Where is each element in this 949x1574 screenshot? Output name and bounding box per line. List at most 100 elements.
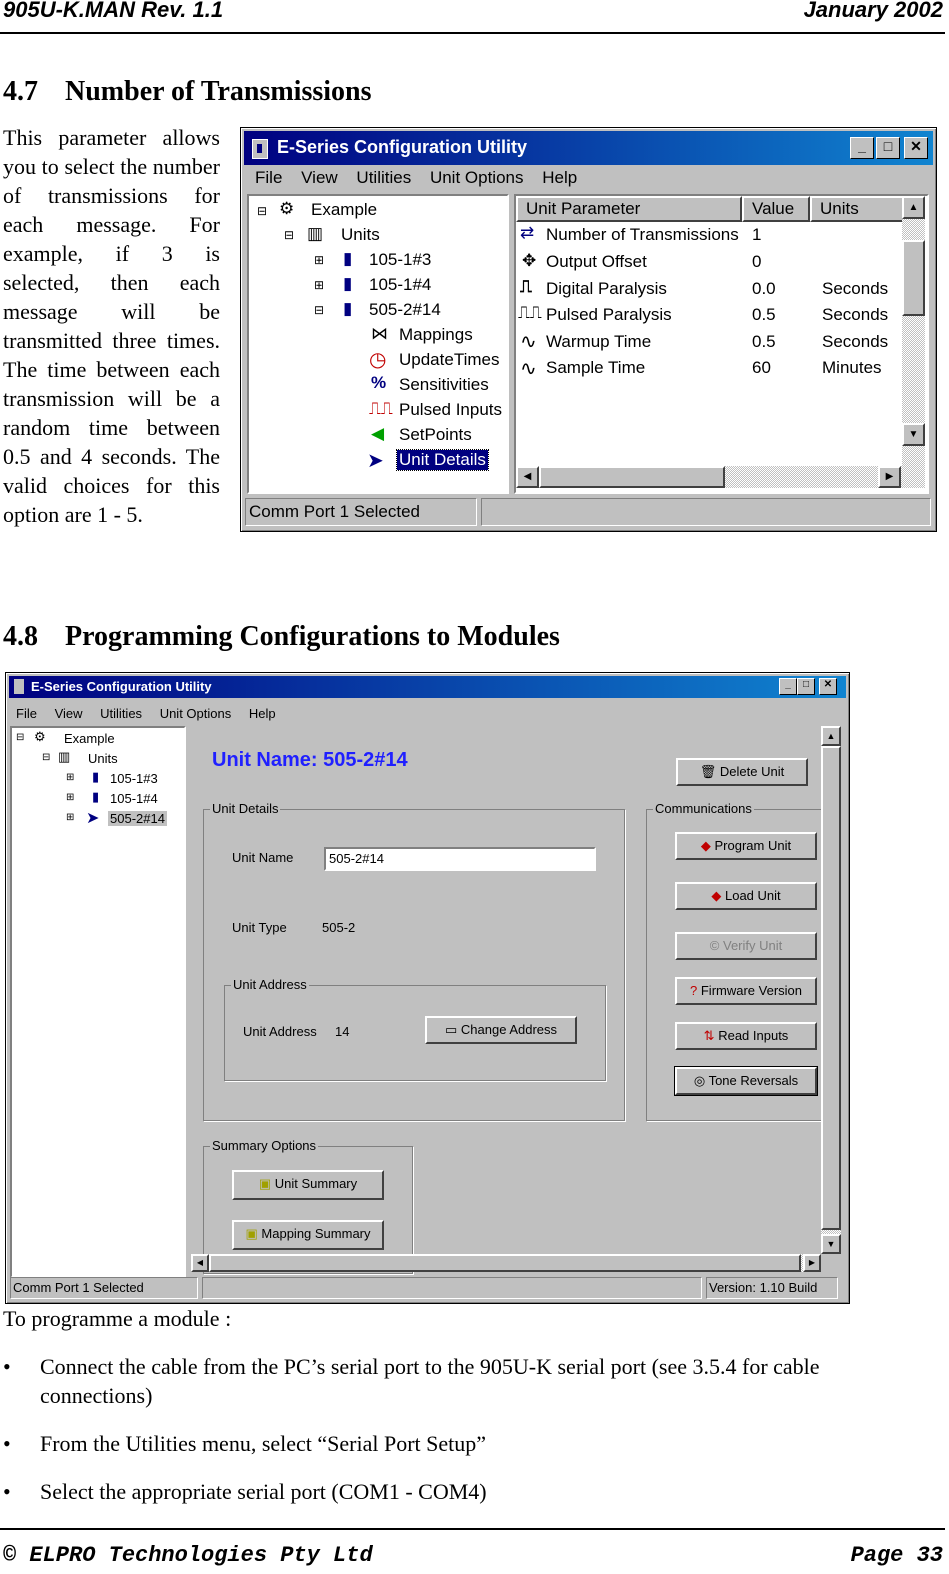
tree-item-example[interactable]: Example xyxy=(311,200,377,220)
collapse-icon[interactable]: ⊟ xyxy=(284,228,294,242)
hscroll-thumb[interactable] xyxy=(209,1254,801,1272)
minimize-icon[interactable]: _ xyxy=(779,678,797,695)
menu-utilities[interactable]: Utilities xyxy=(356,168,411,187)
tree-item-105-1-4[interactable]: 105-1#4 xyxy=(369,275,431,295)
expand-icon[interactable]: ⊞ xyxy=(66,792,74,803)
tone-reversals-button[interactable]: ◎ Tone Reversals xyxy=(674,1066,818,1096)
load-icon: ◆ xyxy=(711,888,722,903)
list-item[interactable]: Digital Paralysis xyxy=(546,279,667,299)
expand-icon[interactable]: ⊞ xyxy=(66,812,74,823)
pulses-icon: ⎍⎍ xyxy=(518,303,542,322)
vertical-scrollbar[interactable]: ▲ ▼ xyxy=(902,196,925,488)
tree-item-505-2-14[interactable]: 505-2#14 xyxy=(108,811,167,826)
pulse-icon: ⎍⎍ xyxy=(369,399,393,418)
delete-unit-button[interactable]: 🗑 Delete Unit xyxy=(676,758,808,786)
menu-view[interactable]: View xyxy=(55,706,83,721)
verify-unit-button[interactable]: © Verify Unit xyxy=(675,932,817,960)
scroll-up-icon[interactable]: ▲ xyxy=(821,726,841,746)
menu-help[interactable]: Help xyxy=(542,168,577,187)
scroll-down-icon[interactable]: ▼ xyxy=(902,423,925,446)
menu-unit-options[interactable]: Unit Options xyxy=(160,706,232,721)
plus-icon: ✥ xyxy=(522,251,537,270)
units-icon: ▥ xyxy=(307,224,324,243)
list-item[interactable]: Number of Transmissions xyxy=(546,225,739,245)
tree-item-units[interactable]: Units xyxy=(88,751,118,766)
unit-address-label: Unit Address xyxy=(243,1024,317,1039)
list-item[interactable]: Output Offset xyxy=(546,252,647,272)
list-item[interactable]: Sample Time xyxy=(546,358,645,378)
tree-item-updatetimes[interactable]: UpdateTimes xyxy=(399,350,499,370)
list-item[interactable]: Pulsed Paralysis xyxy=(546,305,672,325)
menu-utilities[interactable]: Utilities xyxy=(100,706,142,721)
mapping-summary-button[interactable]: ▣ Mapping Summary xyxy=(232,1220,384,1250)
tree-item-105-1-4[interactable]: 105-1#4 xyxy=(110,791,158,806)
wave-icon: ∿ xyxy=(520,358,537,380)
load-unit-button[interactable]: ◆ Load Unit xyxy=(675,882,817,910)
horizontal-scrollbar[interactable]: ◀ ▶ xyxy=(516,466,902,488)
vertical-scrollbar[interactable]: ▲ ▼ xyxy=(821,726,841,1254)
scroll-right-icon[interactable]: ▶ xyxy=(878,466,901,488)
unit-summary-button[interactable]: ▣ Unit Summary xyxy=(232,1170,384,1200)
hscroll-thumb[interactable] xyxy=(539,466,725,488)
bullet-text: From the Utilities menu, select “Serial … xyxy=(40,1431,487,1456)
tree-item-sensitivities[interactable]: Sensitivities xyxy=(399,375,489,395)
column-header-units[interactable]: Units xyxy=(810,196,904,222)
minimize-icon[interactable]: _ xyxy=(850,137,874,159)
unit-icon: ▮ xyxy=(343,274,353,293)
tree-item-505-2-14[interactable]: 505-2#14 xyxy=(369,300,441,320)
scroll-thumb[interactable] xyxy=(821,746,841,1230)
menu-file[interactable]: File xyxy=(16,706,37,721)
collapse-icon[interactable]: ⊟ xyxy=(314,303,324,317)
list-item[interactable]: Warmup Time xyxy=(546,332,651,352)
group-label: Communications xyxy=(653,801,754,816)
firmware-version-button[interactable]: ? Firmware Version xyxy=(675,977,817,1005)
tree-item-105-1-3[interactable]: 105-1#3 xyxy=(110,771,158,786)
status-panel xyxy=(202,1277,702,1299)
program-unit-button[interactable]: ◆ Program Unit xyxy=(675,832,817,860)
close-icon[interactable]: ✕ xyxy=(904,137,928,159)
menu-unit-options[interactable]: Unit Options xyxy=(430,168,524,187)
wave-icon: ∿ xyxy=(520,331,537,353)
close-icon[interactable]: ✕ xyxy=(819,678,837,695)
unit-tree: ⊟ ⚙ Example ⊟ ▥ Units ⊞ ▮ 105-1#3 ⊞ ▮ 10… xyxy=(10,726,186,1278)
menu-view[interactable]: View xyxy=(301,168,338,187)
program-icon: ◆ xyxy=(700,838,711,853)
tree-item-units[interactable]: Units xyxy=(341,225,380,245)
bullet-icon: • xyxy=(3,1354,11,1379)
title-bar: E-Series Configuration Utility _ □ ✕ xyxy=(9,676,846,698)
column-header-value[interactable]: Value xyxy=(742,196,810,222)
unit-name-field[interactable]: 505-2#14 xyxy=(324,847,596,871)
tree-item-unit-details[interactable]: Unit Details xyxy=(396,449,489,471)
footer-page-number: Page 33 xyxy=(850,1543,943,1568)
menu-file[interactable]: File xyxy=(255,168,282,187)
expand-icon[interactable]: ⊞ xyxy=(314,253,324,267)
tree-item-setpoints[interactable]: SetPoints xyxy=(399,425,472,445)
maximize-icon[interactable]: □ xyxy=(876,137,900,159)
change-address-button[interactable]: ▭ Change Address xyxy=(425,1016,577,1044)
collapse-icon[interactable]: ⊟ xyxy=(257,204,267,218)
expand-icon[interactable]: ⊞ xyxy=(314,278,324,292)
bullet-text: Connect the cable from the PC’s serial p… xyxy=(40,1354,820,1379)
scroll-right-icon[interactable]: ▶ xyxy=(803,1254,821,1272)
scroll-down-icon[interactable]: ▼ xyxy=(821,1234,841,1254)
units-icon: ▥ xyxy=(58,749,71,764)
menu-help[interactable]: Help xyxy=(249,706,276,721)
tree-item-mappings[interactable]: Mappings xyxy=(399,325,473,345)
read-inputs-button[interactable]: ⇅ Read Inputs xyxy=(675,1022,817,1050)
scroll-left-icon[interactable]: ◀ xyxy=(516,466,539,488)
tree-item-pulsed-inputs[interactable]: Pulsed Inputs xyxy=(399,400,502,420)
tree-item-105-1-3[interactable]: 105-1#3 xyxy=(369,250,431,270)
pulse-icon: ⎍ xyxy=(520,277,532,296)
tree-item-example[interactable]: Example xyxy=(64,731,115,746)
scroll-up-icon[interactable]: ▲ xyxy=(902,196,925,219)
maximize-icon[interactable]: □ xyxy=(797,678,815,695)
collapse-icon[interactable]: ⊟ xyxy=(42,752,50,763)
scroll-left-icon[interactable]: ◀ xyxy=(191,1254,209,1272)
clock-icon: ◷ xyxy=(369,349,387,371)
scroll-thumb[interactable] xyxy=(902,240,925,316)
column-header-parameter[interactable]: Unit Parameter xyxy=(516,196,742,222)
expand-icon[interactable]: ⊞ xyxy=(66,772,74,783)
horizontal-scrollbar[interactable]: ◀ ▶ xyxy=(191,1254,821,1272)
section-title: Programming Configurations to Modules xyxy=(65,621,560,652)
collapse-icon[interactable]: ⊟ xyxy=(16,732,24,743)
